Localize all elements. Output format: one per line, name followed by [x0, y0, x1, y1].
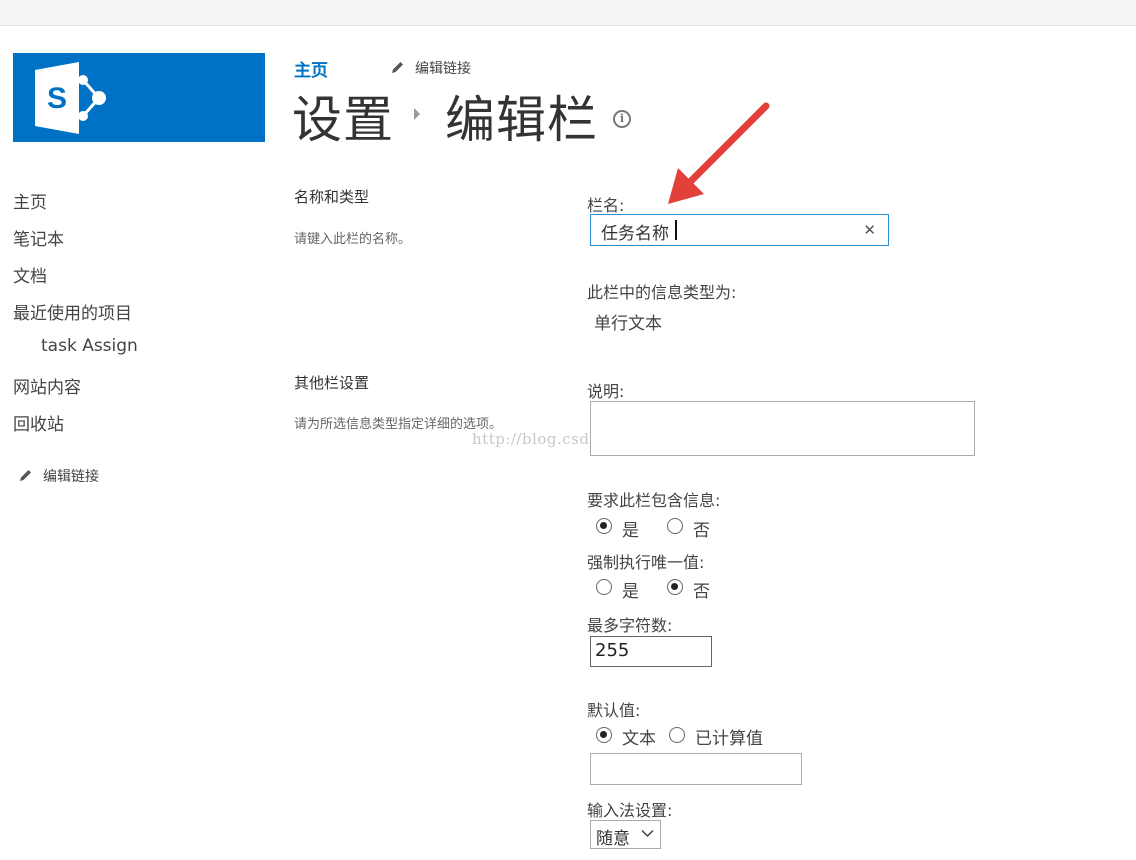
sharepoint-logo[interactable]: S	[13, 53, 265, 142]
default-value-input[interactable]	[590, 753, 802, 785]
ime-select-value: 随意	[596, 829, 630, 849]
nav-item-notebook[interactable]: 笔记本	[13, 225, 64, 250]
breadcrumb-chevron-icon	[414, 108, 420, 120]
nav-edit-links-label: 编辑链接	[43, 469, 99, 485]
default-text-radio[interactable]	[596, 727, 612, 743]
nav-item-recycle-bin[interactable]: 回收站	[13, 410, 64, 435]
type-label: 此栏中的信息类型为:	[587, 283, 737, 302]
default-text-label: 文本	[622, 729, 656, 749]
logo-letter: S	[47, 82, 67, 115]
require-yes-radio[interactable]	[596, 518, 612, 534]
nav-item-recent[interactable]: 最近使用的项目	[13, 299, 132, 324]
column-name-label: 栏名:	[587, 196, 625, 215]
breadcrumb-home-link[interactable]: 主页	[294, 56, 328, 81]
clear-icon[interactable]: ✕	[863, 221, 876, 239]
ime-label: 输入法设置:	[587, 801, 673, 820]
unique-no-radio[interactable]	[667, 579, 683, 595]
description-label: 说明:	[587, 382, 625, 401]
default-calc-label: 已计算值	[695, 729, 763, 749]
max-chars-value: 255	[595, 640, 630, 661]
info-icon[interactable]: i	[613, 110, 631, 128]
chevron-down-icon	[641, 829, 654, 838]
default-calc-radio[interactable]	[669, 727, 685, 743]
max-chars-input[interactable]: 255	[590, 636, 712, 667]
column-name-input[interactable]: 任务名称 ✕	[590, 214, 889, 246]
ime-select[interactable]: 随意	[590, 820, 661, 849]
nav-item-home[interactable]: 主页	[13, 188, 47, 213]
require-label: 要求此栏包含信息:	[587, 491, 721, 510]
type-value: 单行文本	[594, 314, 662, 334]
top-bar	[0, 0, 1136, 26]
nav-item-documents[interactable]: 文档	[13, 262, 47, 287]
pencil-icon	[20, 470, 31, 481]
page-title-parent[interactable]: 设置	[292, 80, 394, 152]
section-title-name-type: 名称和类型	[294, 188, 370, 206]
header-edit-links-label: 编辑链接	[415, 61, 471, 77]
annotation-arrow-icon	[668, 102, 770, 204]
unique-no-label: 否	[693, 582, 710, 602]
page-title: 编辑栏	[445, 91, 598, 149]
require-yes-label: 是	[622, 521, 639, 541]
require-no-radio[interactable]	[667, 518, 683, 534]
pencil-icon	[392, 62, 403, 73]
text-caret	[675, 220, 677, 240]
require-no-label: 否	[693, 521, 710, 541]
nav-item-site-contents[interactable]: 网站内容	[13, 373, 81, 398]
max-chars-label: 最多字符数:	[587, 616, 673, 635]
unique-label: 强制执行唯一值:	[587, 553, 705, 572]
section-title-additional: 其他栏设置	[294, 374, 370, 392]
header-edit-links[interactable]: 编辑链接	[390, 58, 471, 78]
section-desc-additional: 请为所选信息类型指定详细的选项。	[294, 417, 503, 432]
column-name-value: 任务名称	[601, 224, 669, 244]
nav-item-task-assign[interactable]: task Assign	[41, 336, 138, 356]
section-desc-name-type: 请键入此栏的名称。	[294, 232, 412, 247]
unique-yes-radio[interactable]	[596, 579, 612, 595]
nav-edit-links[interactable]: 编辑链接	[18, 466, 99, 486]
unique-yes-label: 是	[622, 582, 639, 602]
sharepoint-icon: S	[35, 62, 106, 134]
default-value-label: 默认值:	[587, 701, 641, 720]
description-textarea[interactable]	[590, 401, 975, 456]
